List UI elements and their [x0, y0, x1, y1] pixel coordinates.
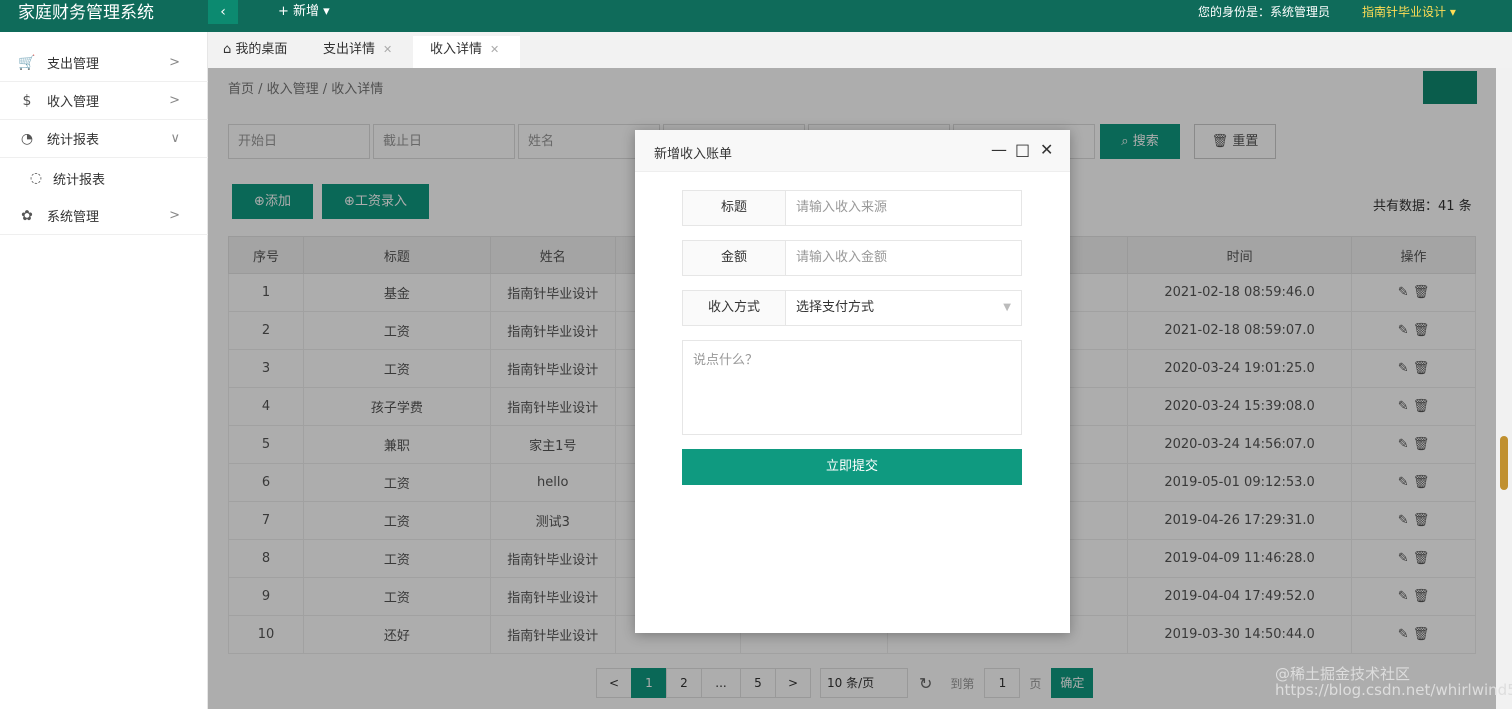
amount-field-row: 金额 请输入收入金额 [682, 240, 1022, 276]
tab-label: 收入详情 [430, 42, 483, 57]
home-icon: ⌂ [223, 42, 232, 57]
flower-icon: ✿ [21, 207, 33, 224]
amount-input[interactable]: 请输入收入金额 [786, 241, 1021, 275]
method-field-row: 收入方式 选择支付方式 ▼ [682, 290, 1022, 326]
minimize-icon[interactable]: — [991, 140, 1007, 160]
note-textarea[interactable]: 说点什么？ [682, 340, 1022, 435]
sidebar-item-income[interactable]: $ 收入管理 > [0, 82, 208, 120]
sidebar-label: 收入管理 [47, 95, 100, 110]
chart-icon: ◔ [20, 130, 34, 147]
modal-title: 新增收入账单 [654, 147, 733, 162]
new-menu[interactable]: + 新增 ▾ [278, 4, 330, 20]
chevron-right-icon: > [169, 208, 180, 223]
chevron-right-icon: > [169, 93, 180, 108]
amount-label: 金额 [683, 241, 786, 275]
sidebar-label: 支出管理 [47, 57, 100, 72]
caret-down-icon: ▼ [1003, 302, 1011, 313]
user-menu[interactable]: 指南针毕业设计 ▾ [1362, 4, 1456, 20]
chevron-right-icon: > [169, 55, 180, 70]
tab-bar: ⌂ 我的桌面 支出详情 ✕ 收入详情 ✕ [208, 32, 1512, 68]
watermark: @稀土掘金技术社区 https://blog.csdn.net/whirlwin… [1275, 665, 1512, 699]
scrollbar[interactable] [1496, 68, 1512, 709]
title-field-row: 标题 请输入收入来源 [682, 190, 1022, 226]
modal-header: 新增收入账单 — □ ✕ [635, 130, 1070, 172]
method-label: 收入方式 [683, 291, 786, 325]
new-income-modal: 新增收入账单 — □ ✕ 标题 请输入收入来源 金额 请输入收入金额 收入方式 … [635, 130, 1070, 633]
sidebar-label: 统计报表 [53, 172, 106, 188]
sidebar-subitem-reports[interactable]: ◌ 统计报表 [0, 159, 208, 197]
sidebar: 🛒 支出管理 > $ 收入管理 > ◔ 统计报表 ∨ ◌ 统计报表 ✿ 系统管理… [0, 32, 208, 709]
sidebar-label: 系统管理 [47, 210, 100, 225]
maximize-icon[interactable]: □ [1015, 140, 1030, 160]
chevron-left-icon: ‹ [220, 4, 226, 20]
tab-label: 我的桌面 [235, 42, 288, 57]
tab-expense-detail[interactable]: 支出详情 ✕ [323, 36, 413, 68]
back-button[interactable]: ‹ [208, 0, 238, 24]
payment-method-select[interactable]: 选择支付方式 ▼ [786, 291, 1021, 325]
chevron-down-icon: ∨ [170, 131, 180, 146]
circle-icon: ◌ [29, 170, 43, 186]
close-icon[interactable]: ✕ [383, 43, 392, 56]
sidebar-label: 统计报表 [47, 133, 100, 148]
sidebar-item-expense[interactable]: 🛒 支出管理 > [0, 44, 208, 82]
scrollbar-thumb[interactable] [1500, 436, 1508, 490]
top-header: 家庭财务管理系统 ‹ + 新增 ▾ 您的身份是：系统管理员 指南针毕业设计 ▾ [0, 0, 1512, 32]
app-title: 家庭财务管理系统 [18, 3, 154, 23]
cart-icon: 🛒 [18, 54, 36, 71]
sidebar-item-system[interactable]: ✿ 系统管理 > [0, 197, 208, 235]
identity-text: 您的身份是：系统管理员 [1198, 5, 1331, 19]
close-icon[interactable]: ✕ [490, 43, 499, 56]
title-input[interactable]: 请输入收入来源 [786, 191, 1021, 225]
tab-label: 支出详情 [323, 42, 376, 57]
dollar-icon: $ [22, 92, 32, 109]
submit-button[interactable]: 立即提交 [682, 449, 1022, 485]
tab-income-detail[interactable]: 收入详情 ✕ [413, 36, 520, 68]
select-value: 选择支付方式 [796, 300, 875, 315]
title-label: 标题 [683, 191, 786, 225]
tab-desktop[interactable]: ⌂ 我的桌面 [223, 36, 315, 68]
close-icon[interactable]: ✕ [1040, 140, 1053, 160]
sidebar-item-reports[interactable]: ◔ 统计报表 ∨ [0, 120, 208, 158]
